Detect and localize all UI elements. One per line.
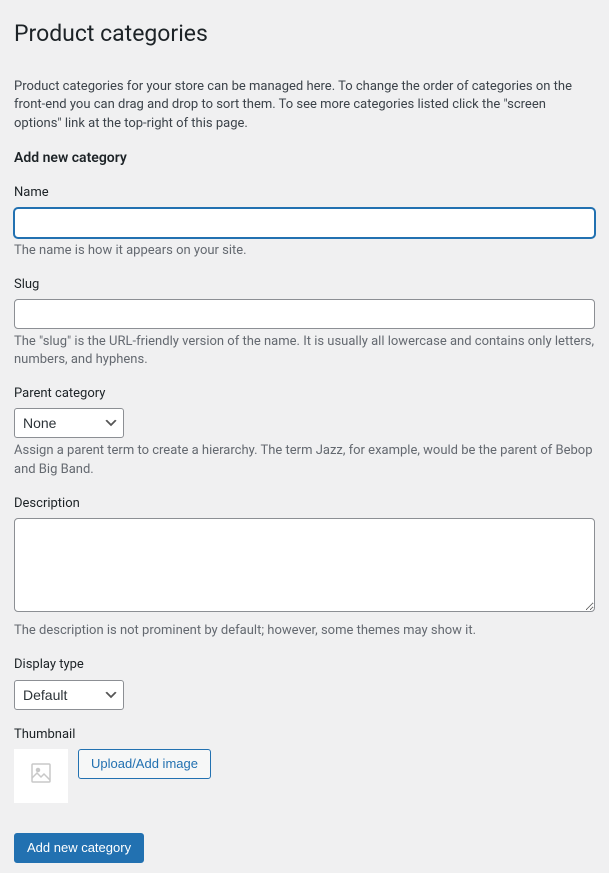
description-textarea[interactable] xyxy=(14,518,595,612)
slug-field-wrapper: Slug The "slug" is the URL-friendly vers… xyxy=(14,276,595,370)
parent-field-wrapper: Parent category None Assign a parent ter… xyxy=(14,385,595,479)
upload-image-button[interactable]: Upload/Add image xyxy=(78,749,211,779)
slug-label: Slug xyxy=(14,276,595,294)
description-field-wrapper: Description The description is not promi… xyxy=(14,495,595,641)
name-field-wrapper: Name The name is how it appears on your … xyxy=(14,184,595,259)
description-label: Description xyxy=(14,495,595,513)
thumbnail-label: Thumbnail xyxy=(14,726,595,744)
placeholder-image-icon xyxy=(29,761,53,791)
page-title: Product categories xyxy=(14,18,595,50)
add-category-button[interactable]: Add new category xyxy=(14,833,144,863)
display-type-label: Display type xyxy=(14,656,595,674)
slug-input[interactable] xyxy=(14,299,595,329)
display-type-select[interactable]: Default xyxy=(14,680,124,710)
parent-select[interactable]: None xyxy=(14,408,124,438)
name-input[interactable] xyxy=(14,208,595,238)
form-heading: Add new category xyxy=(14,149,595,169)
display-type-field-wrapper: Display type Default xyxy=(14,656,595,709)
name-help: The name is how it appears on your site. xyxy=(14,242,595,260)
parent-help: Assign a parent term to create a hierarc… xyxy=(14,442,595,478)
thumbnail-field-wrapper: Thumbnail Upload/Add image xyxy=(14,726,595,803)
name-label: Name xyxy=(14,184,595,202)
parent-label: Parent category xyxy=(14,385,595,403)
slug-help: The "slug" is the URL-friendly version o… xyxy=(14,333,595,369)
intro-text: Product categories for your store can be… xyxy=(14,78,595,133)
thumbnail-preview xyxy=(14,749,68,803)
description-help: The description is not prominent by defa… xyxy=(14,622,595,640)
